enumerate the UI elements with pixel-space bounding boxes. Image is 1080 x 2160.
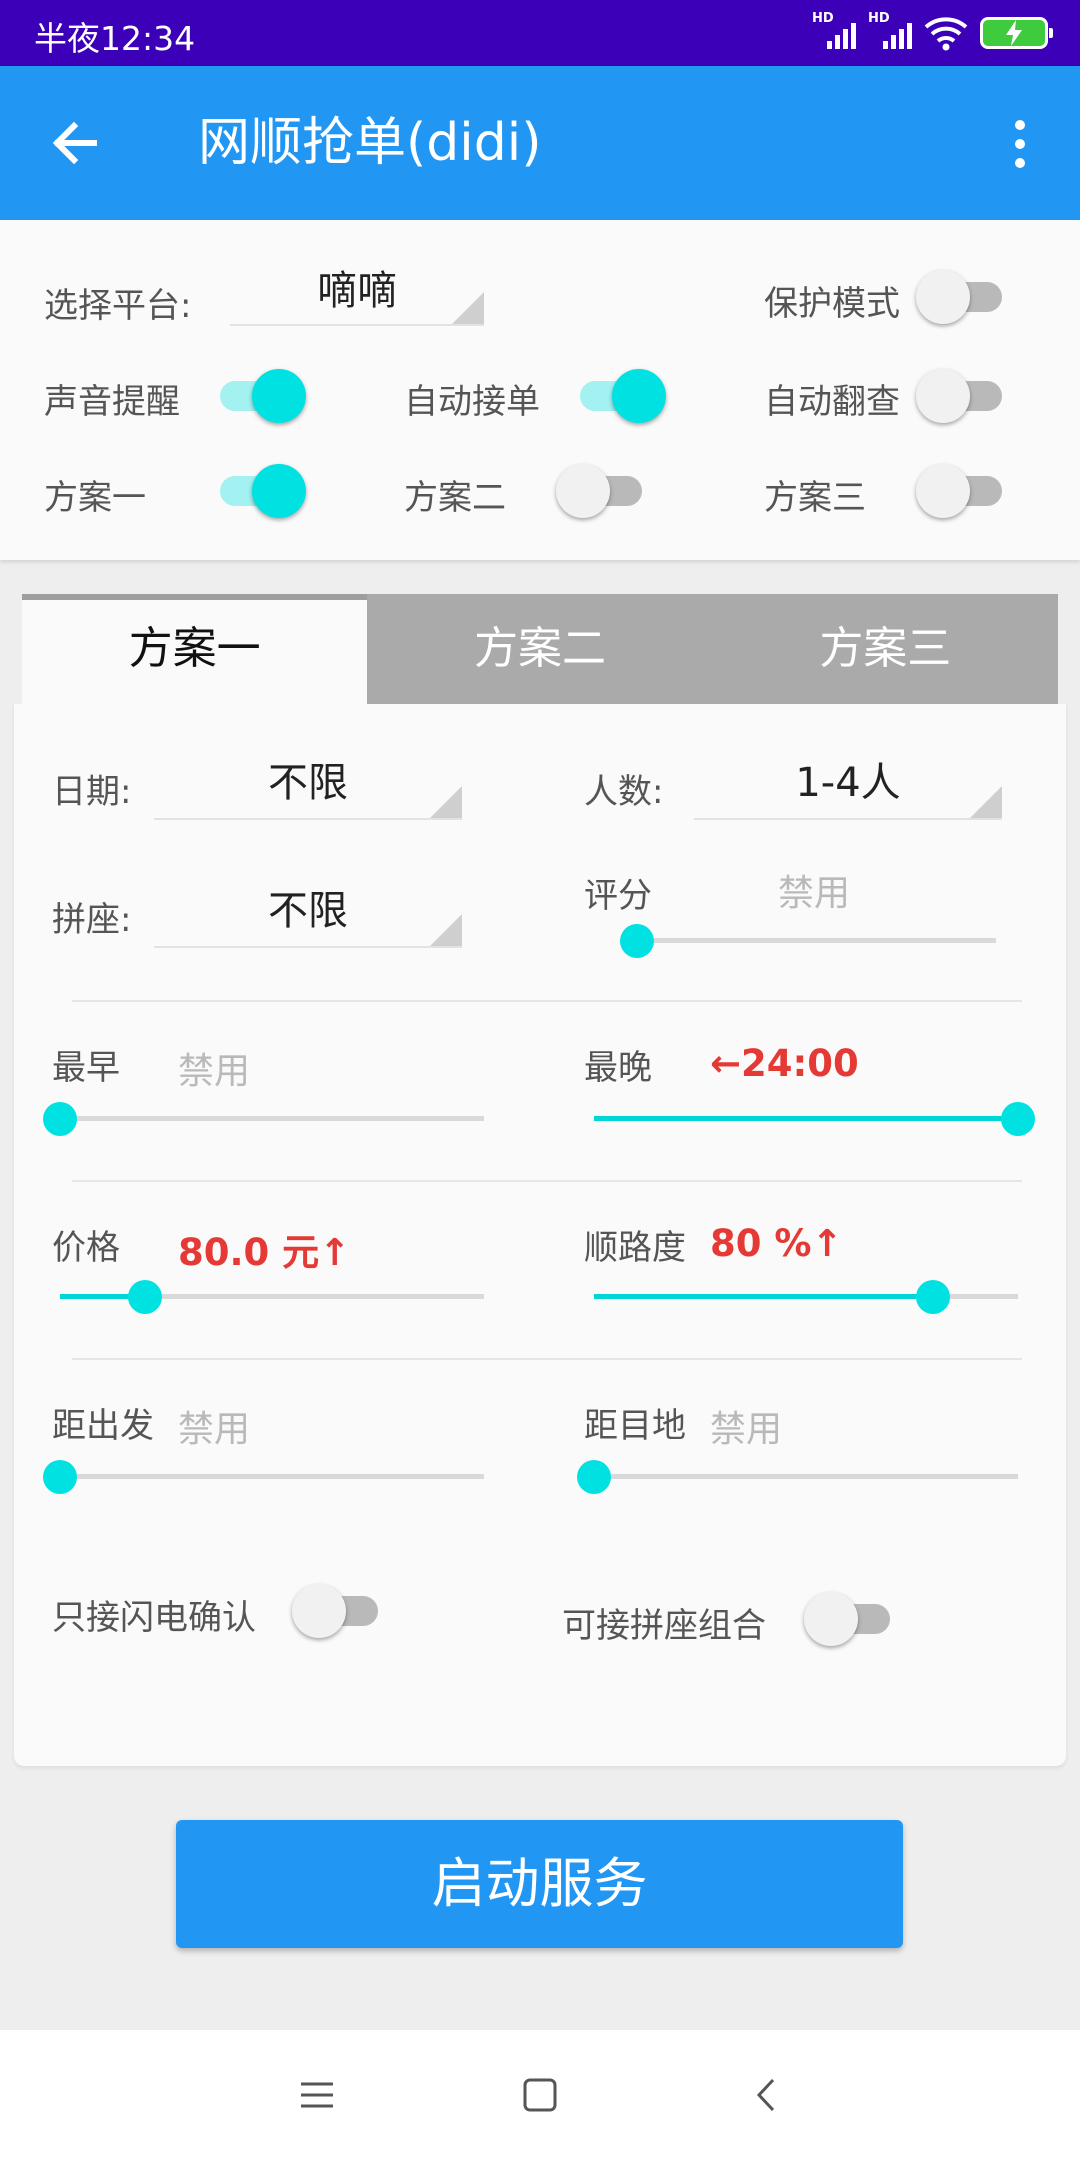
navigation-bar	[0, 2030, 1080, 2160]
people-spinner[interactable]: 1-4人	[694, 744, 1002, 820]
carpool-combo-label: 可接拼座组合	[562, 1606, 766, 1646]
wifi-icon	[924, 17, 968, 51]
plan1-label: 方案一	[44, 478, 146, 518]
plan-settings-panel: 日期: 不限 人数: 1-4人 拼座: 不限 评分 禁用 最早 禁用 最晚 ←2…	[14, 704, 1066, 1766]
status-time: 半夜12:34	[34, 19, 196, 58]
date-spinner[interactable]: 不限	[154, 744, 462, 820]
page-title: 网顺抢单(didi)	[198, 113, 542, 173]
status-bar: 半夜12:34 HD HD	[0, 0, 1080, 66]
price-label: 价格	[52, 1228, 120, 1268]
plan-tabs: 方案一 方案二 方案三	[22, 594, 1058, 704]
plan2-label: 方案二	[404, 478, 506, 518]
auto-accept-label: 自动接单	[404, 382, 540, 422]
route-value: 80 %↑	[710, 1222, 843, 1265]
rating-label: 评分	[584, 876, 652, 916]
tab-plan2[interactable]: 方案二	[367, 594, 712, 704]
route-label: 顺路度	[584, 1228, 686, 1268]
divider	[72, 1180, 1022, 1182]
date-label: 日期:	[52, 772, 132, 812]
carpool-spinner[interactable]: 不限	[154, 872, 462, 948]
platform-label: 选择平台:	[44, 286, 192, 326]
carpool-label: 拼座:	[52, 900, 132, 940]
latest-slider[interactable]	[594, 1098, 1035, 1138]
platform-spinner[interactable]: 嘀嘀	[230, 256, 484, 326]
protect-mode-switch[interactable]	[916, 270, 1006, 324]
sound-alert-switch[interactable]	[216, 369, 306, 423]
divider	[72, 1000, 1022, 1002]
status-icons: HD HD	[812, 11, 1053, 54]
people-value: 1-4人	[795, 760, 901, 806]
start-service-button[interactable]: 启动服务	[176, 1820, 903, 1948]
slider-thumb[interactable]	[1001, 1102, 1035, 1136]
slider-thumb[interactable]	[43, 1102, 77, 1136]
slider-thumb[interactable]	[127, 1280, 162, 1314]
tab-indicator	[22, 594, 367, 600]
dropdown-triangle-icon	[970, 786, 1002, 818]
auto-accept-switch[interactable]	[576, 369, 666, 423]
earliest-slider[interactable]	[43, 1098, 484, 1138]
carpool-combo-switch[interactable]	[804, 1592, 894, 1646]
platform-value: 嘀嘀	[317, 268, 397, 314]
plan3-label: 方案三	[764, 478, 866, 518]
home-icon[interactable]	[515, 2070, 565, 2120]
earliest-label: 最早	[52, 1048, 120, 1088]
flash-confirm-switch[interactable]	[292, 1584, 382, 1638]
latest-label: 最晚	[584, 1048, 652, 1088]
slider-thumb[interactable]	[43, 1460, 77, 1494]
auto-check-switch[interactable]	[916, 369, 1006, 423]
dist-dest-value: 禁用	[710, 1409, 783, 1450]
dropdown-triangle-icon	[430, 914, 462, 946]
dropdown-triangle-icon	[452, 292, 484, 324]
dist-dest-label: 距目地	[584, 1406, 686, 1446]
latest-value: ←24:00	[710, 1042, 859, 1085]
slider-thumb[interactable]	[620, 924, 655, 958]
dist-start-value: 禁用	[178, 1409, 251, 1450]
price-slider[interactable]	[60, 1276, 484, 1316]
rating-value: 禁用	[778, 873, 851, 914]
protect-mode-label: 保护模式	[764, 284, 900, 324]
tab-plan3[interactable]: 方案三	[713, 594, 1058, 704]
general-settings-card: 选择平台: 嘀嘀 保护模式 声音提醒 自动接单 自动翻查 方案一 方案二 方案三	[0, 220, 1080, 560]
people-label: 人数:	[584, 772, 664, 812]
dist-start-label: 距出发	[52, 1406, 154, 1446]
price-value: 80.0 元↑	[178, 1231, 351, 1274]
back-icon[interactable]	[742, 2070, 792, 2120]
sound-alert-label: 声音提醒	[44, 382, 180, 422]
divider	[72, 1358, 1022, 1360]
dropdown-triangle-icon	[430, 786, 462, 818]
signal-icon: HD	[868, 11, 912, 51]
app-bar: 网顺抢单(didi)	[0, 66, 1080, 220]
battery-charging-icon	[980, 17, 1053, 49]
slider-thumb[interactable]	[577, 1460, 611, 1494]
tab-plan1[interactable]: 方案一	[22, 594, 368, 704]
plan1-switch[interactable]	[216, 464, 306, 518]
slider-thumb[interactable]	[916, 1280, 951, 1314]
dist-start-slider[interactable]	[43, 1456, 484, 1496]
signal-icon: HD	[812, 11, 856, 51]
rating-slider[interactable]	[620, 920, 996, 960]
carpool-value: 不限	[268, 888, 348, 934]
arrow-back-icon[interactable]	[44, 110, 110, 176]
more-vert-icon[interactable]	[1000, 118, 1040, 170]
dist-dest-slider[interactable]	[577, 1456, 1018, 1496]
menu-icon[interactable]	[292, 2070, 342, 2120]
earliest-value: 禁用	[178, 1051, 251, 1092]
auto-check-label: 自动翻查	[764, 382, 900, 422]
plan3-switch[interactable]	[916, 464, 1006, 518]
flash-confirm-label: 只接闪电确认	[52, 1598, 256, 1638]
route-slider[interactable]	[594, 1276, 1018, 1316]
plan2-switch[interactable]	[556, 464, 646, 518]
date-value: 不限	[268, 760, 348, 806]
